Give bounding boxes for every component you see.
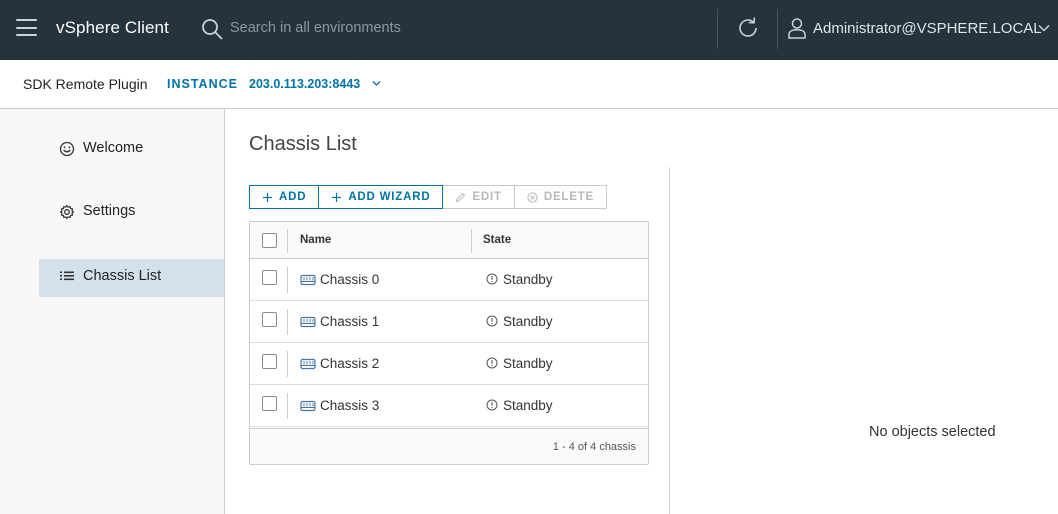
add-wizard-button[interactable]: ADD WIZARD bbox=[319, 185, 444, 209]
row-separator bbox=[287, 267, 288, 293]
delete-button-label: DELETE bbox=[543, 191, 595, 203]
main-content: Chassis List ADD ADD WIZARD EDIT DELETE … bbox=[226, 109, 1058, 514]
chassis-name: Chassis 0 bbox=[320, 272, 380, 287]
list-icon bbox=[60, 271, 74, 281]
chevron-down-icon[interactable] bbox=[372, 80, 381, 87]
edit-button[interactable]: EDIT bbox=[443, 185, 515, 209]
chassis-name: Chassis 1 bbox=[320, 314, 380, 329]
sidebar-item-label: Chassis List bbox=[83, 268, 162, 284]
select-all-checkbox[interactable] bbox=[262, 233, 277, 248]
close-circle-icon bbox=[527, 191, 538, 203]
row-checkbox[interactable] bbox=[262, 354, 277, 369]
row-separator bbox=[287, 309, 288, 335]
table-row[interactable]: Chassis 0 Standby bbox=[250, 259, 648, 301]
chassis-name: Chassis 3 bbox=[320, 398, 380, 413]
chevron-down-icon[interactable] bbox=[1038, 23, 1050, 33]
details-pane-divider[interactable] bbox=[669, 167, 670, 514]
column-header-name[interactable]: Name bbox=[300, 234, 331, 246]
hamburger-menu-icon[interactable] bbox=[16, 19, 37, 36]
sidebar-item-welcome[interactable]: Welcome bbox=[39, 130, 224, 168]
gear-icon bbox=[59, 204, 75, 220]
plus-icon bbox=[332, 192, 342, 202]
plugin-name: SDK Remote Plugin bbox=[23, 76, 148, 92]
row-checkbox[interactable] bbox=[262, 396, 277, 411]
search-icon bbox=[202, 19, 223, 40]
search-input[interactable] bbox=[230, 14, 530, 42]
chassis-icon bbox=[300, 358, 316, 370]
row-separator bbox=[287, 393, 288, 419]
chassis-state: Standby bbox=[503, 356, 553, 371]
add-button-label: ADD bbox=[279, 191, 307, 203]
chassis-name: Chassis 2 bbox=[320, 356, 380, 371]
datagrid-header: Name State bbox=[250, 222, 648, 259]
empty-selection-message: No objects selected bbox=[869, 424, 996, 440]
chassis-state: Standby bbox=[503, 398, 553, 413]
sidebar-item-label: Settings bbox=[83, 203, 136, 219]
plus-icon bbox=[263, 192, 272, 202]
chassis-state: Standby bbox=[503, 314, 553, 329]
chassis-icon bbox=[300, 400, 316, 412]
user-icon bbox=[788, 18, 806, 39]
sidebar-item-label: Welcome bbox=[83, 140, 144, 156]
sidebar-item-settings[interactable]: Settings bbox=[39, 193, 224, 231]
top-header: vSphere Client Administrator@VSPHERE.LOC… bbox=[0, 0, 1058, 60]
header-divider bbox=[717, 9, 718, 49]
info-circle-icon bbox=[486, 273, 498, 285]
column-header-state[interactable]: State bbox=[483, 234, 511, 246]
smiley-icon bbox=[59, 141, 75, 157]
chassis-state: Standby bbox=[503, 272, 553, 287]
row-checkbox[interactable] bbox=[262, 270, 277, 285]
page-title: Chassis List bbox=[249, 133, 357, 155]
sidebar-item-chassis-list[interactable]: Chassis List bbox=[39, 259, 224, 297]
pagination-summary: 1 - 4 of 4 chassis bbox=[552, 441, 636, 453]
instance-label: INSTANCE bbox=[167, 77, 238, 91]
datagrid-footer: 1 - 4 of 4 chassis bbox=[250, 428, 648, 464]
row-separator bbox=[287, 351, 288, 377]
refresh-icon[interactable] bbox=[735, 15, 761, 41]
delete-button[interactable]: DELETE bbox=[514, 185, 608, 209]
instance-selector[interactable]: 203.0.113.203:8443 bbox=[249, 77, 360, 91]
table-row[interactable]: Chassis 3 Standby bbox=[250, 385, 648, 427]
info-circle-icon bbox=[486, 399, 498, 411]
add-button[interactable]: ADD bbox=[249, 185, 320, 209]
chassis-icon bbox=[300, 316, 316, 328]
toolbar: ADD ADD WIZARD EDIT DELETE bbox=[249, 185, 608, 209]
app-title[interactable]: vSphere Client bbox=[56, 18, 169, 38]
pencil-icon bbox=[456, 192, 466, 202]
plugin-subheader: SDK Remote Plugin INSTANCE 203.0.113.203… bbox=[0, 60, 1058, 109]
column-separator[interactable] bbox=[471, 229, 472, 253]
column-separator[interactable] bbox=[287, 229, 288, 253]
table-row[interactable]: Chassis 2 Standby bbox=[250, 343, 648, 385]
chassis-icon bbox=[300, 274, 316, 286]
row-checkbox[interactable] bbox=[262, 312, 277, 327]
info-circle-icon bbox=[486, 357, 498, 369]
chassis-datagrid: Name State Chassis 0 Standby Chassis 1 S… bbox=[249, 221, 649, 465]
user-menu[interactable]: Administrator@VSPHERE.LOCAL bbox=[813, 20, 1042, 37]
table-row[interactable]: Chassis 1 Standby bbox=[250, 301, 648, 343]
header-divider bbox=[777, 9, 778, 49]
edit-button-label: EDIT bbox=[472, 191, 502, 203]
add-wizard-button-label: ADD WIZARD bbox=[348, 191, 431, 203]
side-navigation: Welcome Settings Chassis List bbox=[0, 109, 225, 514]
info-circle-icon bbox=[486, 315, 498, 327]
